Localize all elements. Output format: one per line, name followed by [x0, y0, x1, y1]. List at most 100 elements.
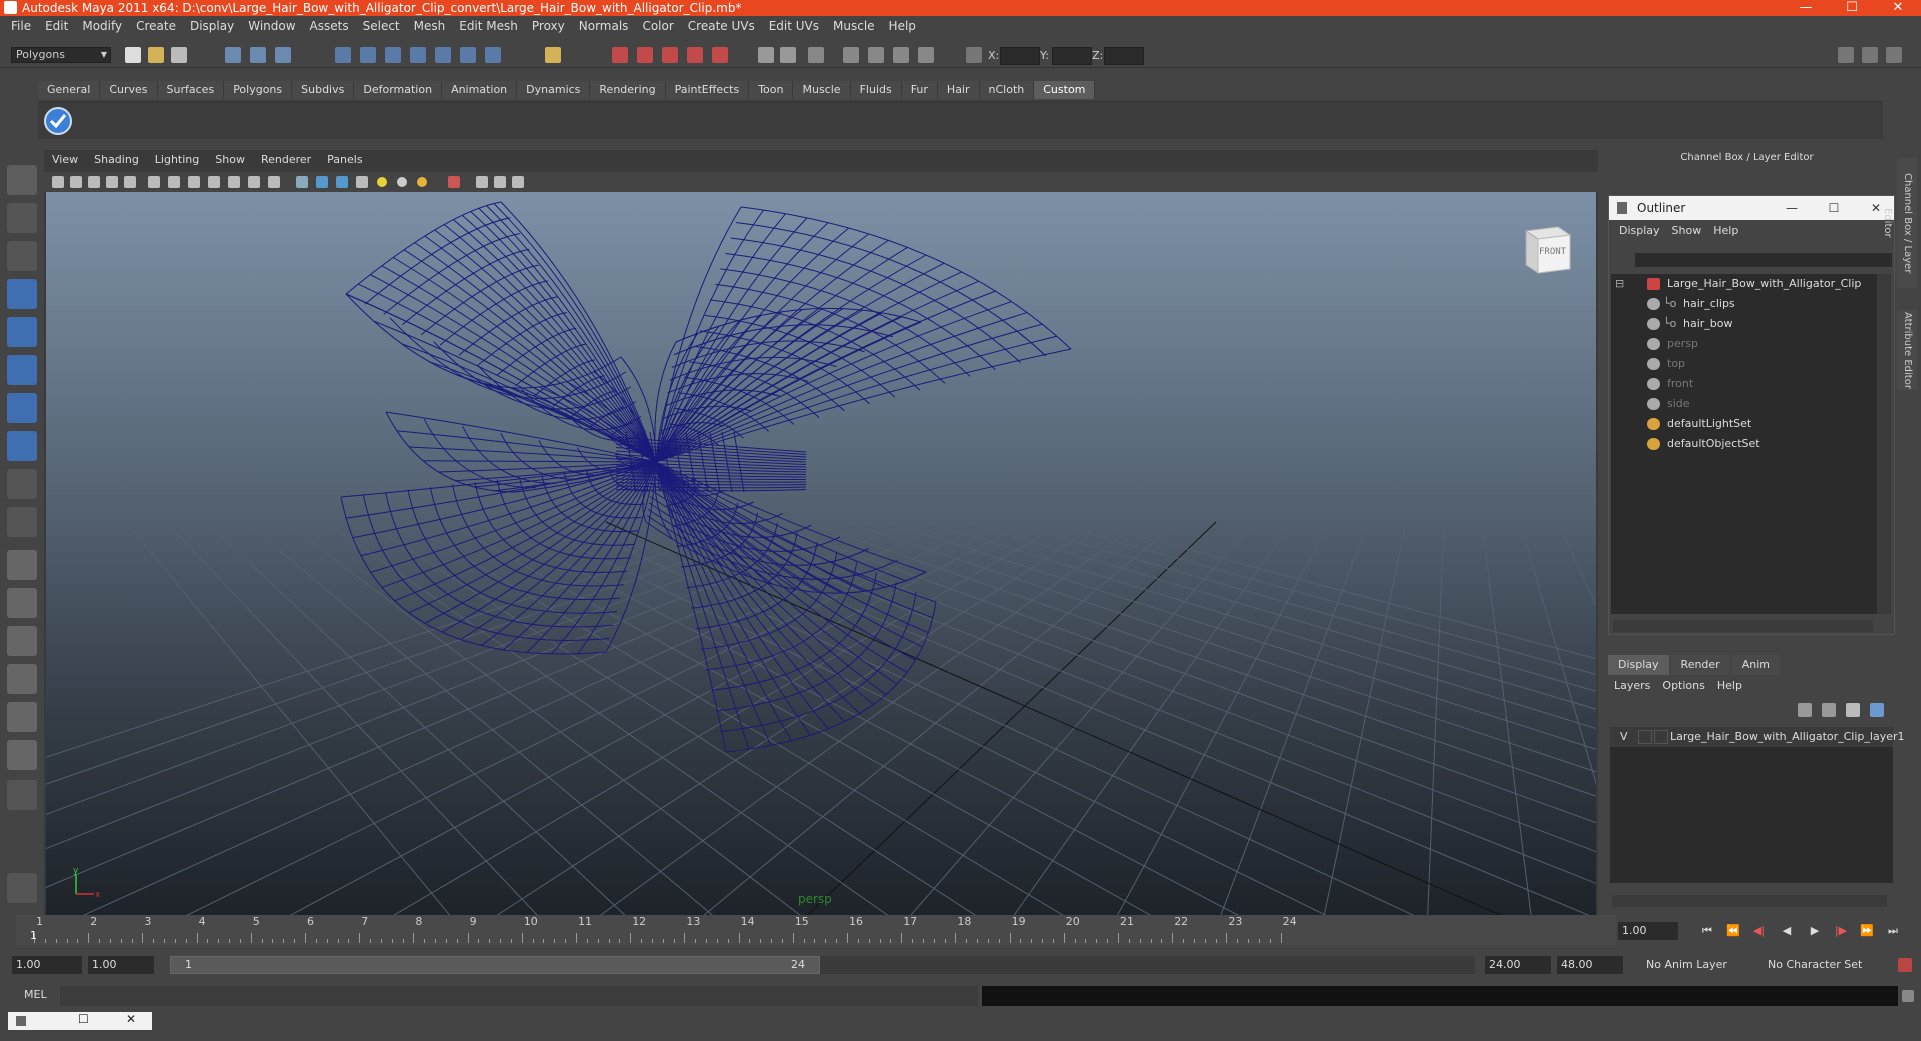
side-tab-attribute-editor[interactable]: Attribute Editor: [1897, 310, 1917, 390]
menu-create-uvs[interactable]: Create UVs: [681, 19, 762, 33]
custom-shelf-button-icon[interactable]: [43, 106, 73, 136]
shelf-tab-toon[interactable]: Toon: [749, 81, 794, 99]
snap-surface-icon[interactable]: [435, 47, 451, 63]
outliner-item-hair-clips[interactable]: └o hair_clips: [1611, 294, 1877, 314]
shelf-tab-custom[interactable]: Custom: [1034, 81, 1096, 99]
animation-end-field[interactable]: 48.00: [1557, 956, 1623, 974]
animation-start-field[interactable]: 1.00: [12, 956, 82, 974]
shelf-tab-curves[interactable]: Curves: [100, 81, 158, 99]
minimized-window[interactable]: ☐ ✕: [8, 1012, 152, 1030]
menu-mesh[interactable]: Mesh: [407, 19, 453, 33]
shelf-tab-rendering[interactable]: Rendering: [590, 81, 666, 99]
new-scene-icon[interactable]: [125, 47, 141, 63]
step-back-frame-button[interactable]: ◀|: [1750, 923, 1768, 939]
outliner-item-hair-bow[interactable]: └o hair_bow: [1611, 314, 1877, 334]
four-view-layout-icon[interactable]: [7, 588, 37, 618]
outliner-horizontal-scrollbar[interactable]: [1613, 620, 1873, 632]
lock-icon[interactable]: [545, 47, 561, 63]
step-forward-key-button[interactable]: ⏩: [1858, 923, 1876, 939]
layer-color-swatch[interactable]: [1654, 730, 1668, 744]
snap-point-icon[interactable]: [385, 47, 401, 63]
viewport-menu-shading[interactable]: Shading: [86, 153, 147, 169]
menu-set-select[interactable]: Polygons ▼: [11, 47, 111, 63]
dope-sheet-layout-icon[interactable]: [7, 740, 37, 770]
layer-menu-options[interactable]: Options: [1656, 677, 1710, 695]
auto-key-icon[interactable]: [1898, 958, 1912, 972]
menu-display[interactable]: Display: [183, 19, 241, 33]
outliner-menu-show[interactable]: Show: [1666, 224, 1708, 237]
mel-command-input[interactable]: [60, 986, 978, 1006]
shelf-tab-polygons[interactable]: Polygons: [224, 81, 293, 99]
soft-mod-tool-icon[interactable]: [7, 431, 37, 461]
outliner-vertical-scrollbar[interactable]: [1877, 274, 1891, 614]
show-hide-channel-box-icon[interactable]: [868, 47, 884, 63]
viewport-menu-show[interactable]: Show: [207, 153, 253, 169]
shelf-tab-subdivs[interactable]: Subdivs: [292, 81, 355, 99]
layer-tab-render[interactable]: Render: [1670, 655, 1730, 675]
history-icon[interactable]: [460, 47, 476, 63]
perspective-viewport[interactable]: yx FRONT persp: [46, 192, 1596, 915]
shelf-tab-surfaces[interactable]: Surfaces: [157, 81, 225, 99]
shelf-tab-fluids[interactable]: Fluids: [850, 81, 902, 99]
z-field[interactable]: [1104, 47, 1144, 65]
layer-tab-anim[interactable]: Anim: [1731, 655, 1780, 675]
show-manipulator-icon[interactable]: [7, 469, 37, 499]
minimized-close-button[interactable]: ✕: [126, 1012, 136, 1026]
anim-layer-dropdown[interactable]: No Anim Layer: [1640, 956, 1750, 974]
menu-proxy[interactable]: Proxy: [525, 19, 572, 33]
menu-create[interactable]: Create: [129, 19, 183, 33]
viewport-toolbar-icons[interactable]: [44, 172, 564, 192]
channel-box-toggle-icon[interactable]: [1886, 47, 1902, 63]
shelf-tab-painteffects[interactable]: PaintEffects: [665, 81, 750, 99]
outliner-item-front[interactable]: front: [1611, 374, 1877, 394]
input-mode-icon[interactable]: [780, 47, 796, 63]
snap-plane-icon[interactable]: [410, 47, 426, 63]
collapse-icon[interactable]: ⊟: [1615, 274, 1624, 294]
layer-horizontal-scrollbar[interactable]: [1612, 895, 1887, 907]
menu-select[interactable]: Select: [356, 19, 407, 33]
menu-muscle[interactable]: Muscle: [826, 19, 882, 33]
x-field[interactable]: [1000, 47, 1040, 65]
menu-edit-mesh[interactable]: Edit Mesh: [452, 19, 525, 33]
move-tool-icon[interactable]: [7, 279, 37, 309]
outliner-filter-input[interactable]: [1635, 253, 1892, 267]
snap-grid-icon[interactable]: [335, 47, 351, 63]
shelf-tab-animation[interactable]: Animation: [442, 81, 518, 99]
layer-menu-layers[interactable]: Layers: [1608, 677, 1656, 695]
menu-normals[interactable]: Normals: [572, 19, 636, 33]
outliner-menu-help[interactable]: Help: [1707, 224, 1744, 237]
play-backwards-button[interactable]: ◀: [1778, 923, 1796, 939]
shelf-tab-ncloth[interactable]: nCloth: [979, 81, 1035, 99]
outliner-item-persp[interactable]: persp: [1611, 334, 1877, 354]
select-tool-icon[interactable]: [7, 165, 37, 195]
viewport-menu-renderer[interactable]: Renderer: [253, 153, 319, 169]
go-to-start-button[interactable]: ⏮: [1698, 923, 1716, 939]
single-perspective-layout-icon[interactable]: [7, 550, 37, 580]
mel-label[interactable]: MEL: [24, 988, 47, 1001]
outliner-item-default-light-set[interactable]: defaultLightSet: [1611, 414, 1877, 434]
graph-editor-layout-icon[interactable]: [7, 664, 37, 694]
go-to-end-button[interactable]: ⏭: [1884, 923, 1902, 939]
layer-type-toggle[interactable]: [1638, 730, 1652, 744]
outliner-maximize-button[interactable]: ☐: [1819, 196, 1849, 220]
snap-curve-icon[interactable]: [360, 47, 376, 63]
shelf-tab-muscle[interactable]: Muscle: [793, 81, 851, 99]
last-tool-icon[interactable]: [7, 507, 37, 537]
outliner-minimize-button[interactable]: —: [1777, 196, 1807, 220]
select-by-component-icon[interactable]: [275, 47, 291, 63]
maximize-button[interactable]: ☐: [1829, 0, 1875, 16]
shelf-tab-deformation[interactable]: Deformation: [354, 81, 443, 99]
range-track[interactable]: 1 24: [170, 956, 1475, 974]
move-layer-up-icon[interactable]: [1846, 703, 1860, 717]
shelf-tab-dynamics[interactable]: Dynamics: [517, 81, 591, 99]
render-view-icon[interactable]: [712, 47, 728, 63]
layer-tab-display[interactable]: Display: [1608, 655, 1669, 675]
layer-menu-help[interactable]: Help: [1711, 677, 1748, 695]
input-line-icon[interactable]: [758, 47, 774, 63]
step-forward-frame-button[interactable]: |▶: [1832, 923, 1850, 939]
paint-select-tool-icon[interactable]: [7, 241, 37, 271]
minimize-button[interactable]: —: [1783, 0, 1829, 16]
time-slider[interactable]: 1 2 3 4 5 6 7 8 9 10 11 12 13 14 15 16 17 18 19 20 21 22 23 24 …: [0, 915, 1921, 947]
outliner-item-top[interactable]: top: [1611, 354, 1877, 374]
step-back-key-button[interactable]: ⏪: [1724, 923, 1742, 939]
